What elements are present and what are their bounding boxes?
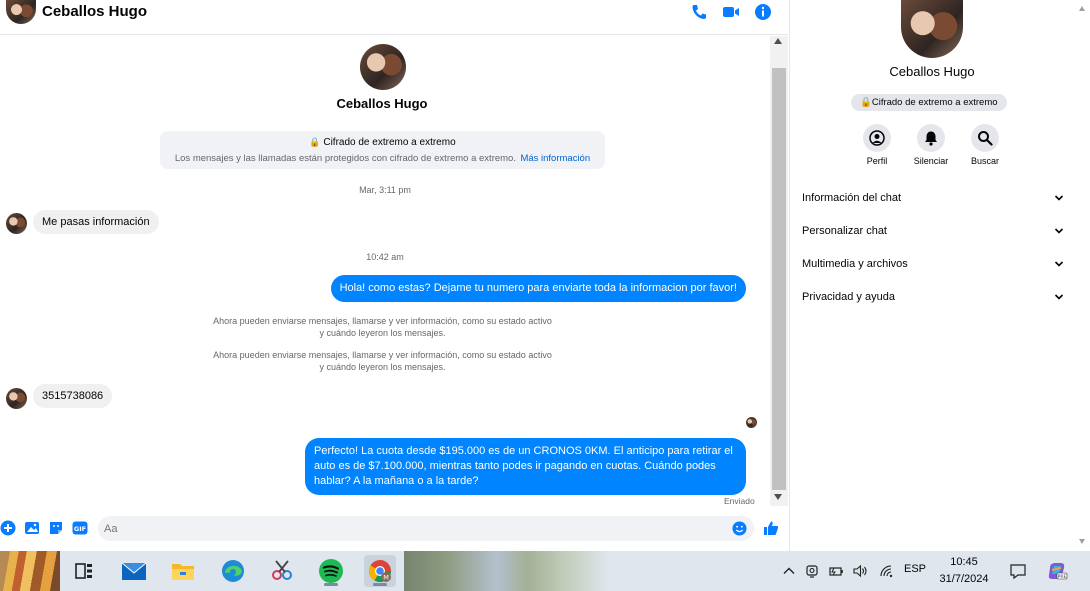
encryption-badge: 🔒Cifrado de extremo a extremo xyxy=(851,94,1007,111)
scroll-up-arrow-icon[interactable] xyxy=(774,38,782,44)
running-indicator xyxy=(373,583,387,586)
taskbar-widget-image[interactable] xyxy=(0,551,60,591)
system-message: Ahora pueden enviarse mensajes, llamarse… xyxy=(213,350,552,372)
taskbar-background-image xyxy=(404,551,609,591)
like-icon[interactable] xyxy=(763,520,779,536)
meet-now-icon[interactable] xyxy=(804,563,820,579)
scroll-down-arrow-icon[interactable] xyxy=(774,494,782,500)
section-label: Personalizar chat xyxy=(802,225,887,237)
svg-text:PRE: PRE xyxy=(1058,574,1067,580)
gif-icon[interactable]: GIF xyxy=(72,520,88,536)
messenger-window: Ceballos Hugo Ceballos Hugo 🔒 Cifrado de… xyxy=(0,0,1090,591)
message-composer: GIF xyxy=(0,512,788,544)
info-icon[interactable] xyxy=(753,2,773,22)
chat-panel: Ceballos Hugo Ceballos Hugo 🔒 Cifrado de… xyxy=(0,0,788,551)
incoming-message[interactable]: Me pasas información xyxy=(33,210,159,234)
copilot-icon[interactable]: PRE xyxy=(1046,560,1068,582)
timestamp: Mar, 3:11 pm xyxy=(359,185,411,195)
chevron-down-icon xyxy=(1054,228,1064,234)
scrollbar-thumb[interactable] xyxy=(772,68,786,490)
running-indicator xyxy=(324,583,338,586)
lock-icon: 🔒 xyxy=(309,137,321,147)
encryption-title: 🔒 Cifrado de extremo a extremo xyxy=(160,137,605,148)
encryption-notice: 🔒 Cifrado de extremo a extremo Los mensa… xyxy=(160,131,605,169)
chat-details-panel: Ceballos Hugo 🔒Cifrado de extremo a extr… xyxy=(789,0,1090,551)
encryption-badge-text: Cifrado de extremo a extremo xyxy=(871,97,998,108)
task-view-icon[interactable] xyxy=(68,555,100,587)
contact-name[interactable]: Ceballos Hugo xyxy=(42,3,147,20)
chevron-down-icon xyxy=(1054,195,1064,201)
svg-text:M: M xyxy=(383,574,389,582)
outgoing-message[interactable]: Hola! como estas? Dejame tu numero para … xyxy=(330,275,746,302)
encryption-title-text: Cifrado de extremo a extremo xyxy=(323,137,456,148)
profile-label: Perfil xyxy=(866,156,888,166)
section-label: Privacidad y ayuda xyxy=(802,291,895,303)
search-icon xyxy=(971,124,999,152)
message-status: Enviado xyxy=(724,496,755,506)
more-info-link[interactable]: Más información xyxy=(520,153,590,164)
seen-indicator-avatar xyxy=(746,417,757,428)
emoji-icon[interactable] xyxy=(732,521,747,536)
clock-date: 31/7/2024 xyxy=(939,573,989,585)
section-label: Multimedia y archivos xyxy=(802,258,908,270)
contact-avatar-small[interactable] xyxy=(6,388,27,409)
sticker-icon[interactable] xyxy=(48,520,64,536)
message-list[interactable]: Ceballos Hugo 🔒 Cifrado de extremo a ext… xyxy=(0,36,770,508)
mute-label: Silenciar xyxy=(913,156,949,166)
profile-button[interactable]: Perfil xyxy=(852,124,902,166)
section-label: Información del chat xyxy=(802,192,902,204)
encryption-description: Los mensajes y las llamadas están proteg… xyxy=(174,153,516,164)
file-explorer-icon[interactable] xyxy=(167,555,199,587)
bell-icon xyxy=(917,124,945,152)
message-input[interactable] xyxy=(104,520,724,537)
profile-icon xyxy=(863,124,891,152)
message-input-wrapper[interactable] xyxy=(98,516,754,541)
language-indicator[interactable]: ESP xyxy=(904,563,926,575)
contact-avatar-large[interactable] xyxy=(360,44,406,90)
lock-icon: 🔒 xyxy=(860,97,872,108)
section-media-files[interactable]: Multimedia y archivos xyxy=(802,256,1064,274)
timestamp: 10:42 am xyxy=(366,252,404,262)
svg-text:GIF: GIF xyxy=(74,525,86,533)
scroll-up-arrow-icon[interactable] xyxy=(1079,6,1085,11)
volume-icon[interactable] xyxy=(852,563,868,579)
chrome-icon[interactable]: M xyxy=(364,555,396,587)
incoming-message[interactable]: 3515738086 xyxy=(33,384,113,408)
chevron-up-icon[interactable] xyxy=(781,563,797,579)
spotify-icon[interactable] xyxy=(315,555,347,587)
clock-time: 10:45 xyxy=(950,556,978,568)
chevron-down-icon xyxy=(1054,294,1064,300)
mail-icon[interactable] xyxy=(118,555,150,587)
image-icon[interactable] xyxy=(24,520,40,536)
chat-header: Ceballos Hugo xyxy=(0,0,788,35)
scroll-down-arrow-icon[interactable] xyxy=(1079,539,1085,544)
details-contact-avatar[interactable] xyxy=(901,0,963,58)
search-label: Buscar xyxy=(970,156,999,166)
battery-icon[interactable] xyxy=(828,563,844,579)
section-customize-chat[interactable]: Personalizar chat xyxy=(802,223,1064,241)
contact-avatar-small[interactable] xyxy=(6,213,27,234)
details-scrollbar[interactable] xyxy=(1074,0,1090,551)
section-privacy-help[interactable]: Privacidad y ayuda xyxy=(802,289,1064,307)
chevron-down-icon xyxy=(1054,261,1064,267)
conversation-contact-name: Ceballos Hugo xyxy=(336,96,428,111)
details-contact-name: Ceballos Hugo xyxy=(889,64,975,79)
phone-icon[interactable] xyxy=(689,2,709,22)
section-chat-info[interactable]: Información del chat xyxy=(802,190,1064,208)
mute-button[interactable]: Silenciar xyxy=(906,124,956,166)
contact-avatar[interactable] xyxy=(6,0,36,24)
taskbar: M ESP 10:45 31/7/2024 PRE xyxy=(0,551,1090,591)
outgoing-message[interactable]: Perfecto! La cuota desde $195.000 es de … xyxy=(305,438,746,495)
search-button[interactable]: Buscar xyxy=(960,124,1010,166)
edge-icon[interactable] xyxy=(217,555,249,587)
plus-icon[interactable] xyxy=(0,520,16,536)
system-message: Ahora pueden enviarse mensajes, llamarse… xyxy=(213,316,552,338)
video-icon[interactable] xyxy=(721,2,741,22)
notifications-icon[interactable] xyxy=(1009,562,1027,580)
snipping-tool-icon[interactable] xyxy=(266,555,298,587)
wifi-icon[interactable] xyxy=(878,563,894,579)
